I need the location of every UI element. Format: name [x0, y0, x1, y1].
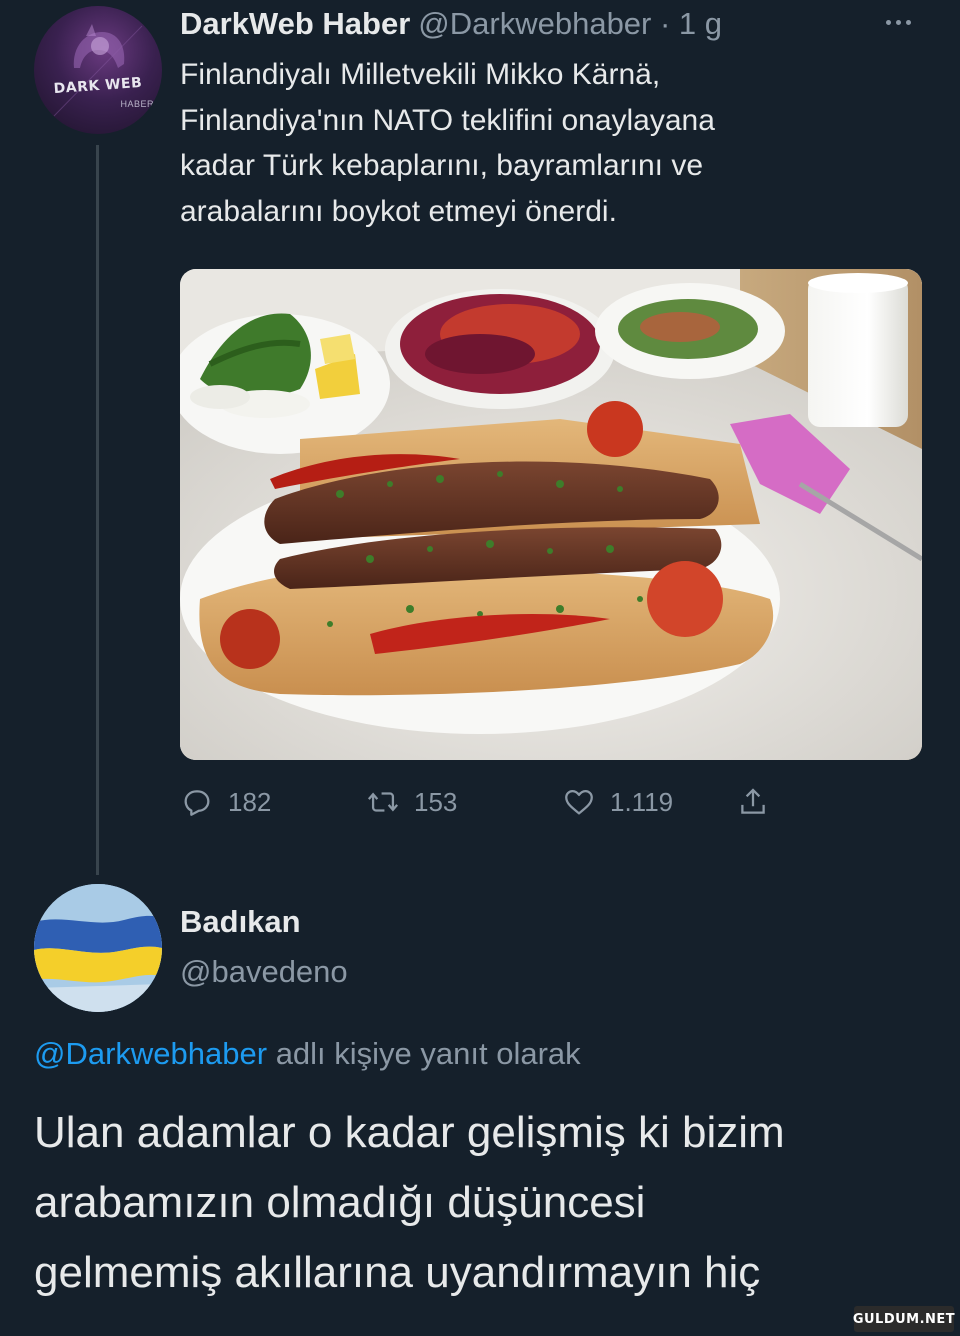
avatar-logo-subtext: HABER — [120, 99, 154, 109]
tweet-actions: 182 153 1.119 — [180, 778, 820, 826]
tweet-text-line: Finlandiya'nın NATO teklifini onaylayana — [180, 103, 715, 137]
author-name[interactable]: DarkWeb Haber — [180, 6, 410, 42]
replying-to-suffix: adlı kişiye yanıt olarak — [267, 1036, 581, 1071]
share-action[interactable] — [736, 778, 770, 826]
thread-connector-line — [96, 145, 99, 875]
kebab-plate-photo — [180, 269, 922, 760]
like-action[interactable]: 1.119 — [562, 778, 673, 826]
like-count: 1.119 — [610, 786, 674, 817]
reply-action[interactable]: 182 — [180, 778, 271, 826]
retweet-action[interactable]: 153 — [366, 778, 457, 826]
tweet-image[interactable] — [180, 269, 922, 760]
reply-text-line: arabamızın olmadığı düşüncesi — [34, 1178, 646, 1227]
tweet-text-line: Finlandiyalı Milletvekili Mikko Kärnä, — [180, 58, 661, 91]
tweet-text-line: kadar Türk kebaplarını, bayramlarını ve — [180, 149, 704, 182]
tweet-text-line: arabalarını boykot etmeyi önerdi. — [180, 194, 617, 228]
retweet-count: 153 — [414, 786, 458, 817]
replying-to: @Darkwebhaber adlı kişiye yanıt olarak — [34, 1036, 581, 1072]
reply-icon[interactable] — [180, 785, 214, 819]
reply-author-name[interactable]: Badıkan — [180, 904, 301, 940]
reply-count: 182 — [228, 786, 272, 817]
author-avatar[interactable]: DARK WEB HABER — [34, 6, 162, 134]
like-icon[interactable] — [562, 785, 596, 819]
reply-text: Ulan adamlar o kadar gelişmiş ki bizim a… — [34, 1098, 934, 1308]
retweet-icon[interactable] — [366, 785, 400, 819]
site-watermark: GULDUM.NET — [853, 1306, 955, 1332]
ukraine-flag-avatar-graphic — [34, 884, 162, 1012]
more-icon[interactable] — [880, 12, 916, 32]
author-handle-time[interactable]: @Darkwebhaber · 1 g — [418, 6, 722, 42]
share-icon[interactable] — [736, 785, 770, 819]
tweet-header: DarkWeb Haber @Darkwebhaber · 1 g — [180, 2, 722, 46]
tweet-thread-screenshot: DARK WEB HABER DarkWeb Haber @Darkwebhab… — [0, 0, 960, 1336]
reply-text-line: Ulan adamlar o kadar gelişmiş ki bizim — [34, 1108, 785, 1157]
reply-author-handle[interactable]: @bavedeno — [180, 954, 348, 990]
avatar-figure-graphic — [53, 24, 143, 117]
replying-to-link[interactable]: @Darkwebhaber — [34, 1036, 267, 1071]
tweet-text: Finlandiyalı Milletvekili Mikko Kärnä, F… — [180, 52, 900, 234]
reply-author-avatar[interactable] — [34, 884, 162, 1012]
reply-text-line: gelmemiş akıllarına uyandırmayın hiç — [34, 1248, 761, 1297]
